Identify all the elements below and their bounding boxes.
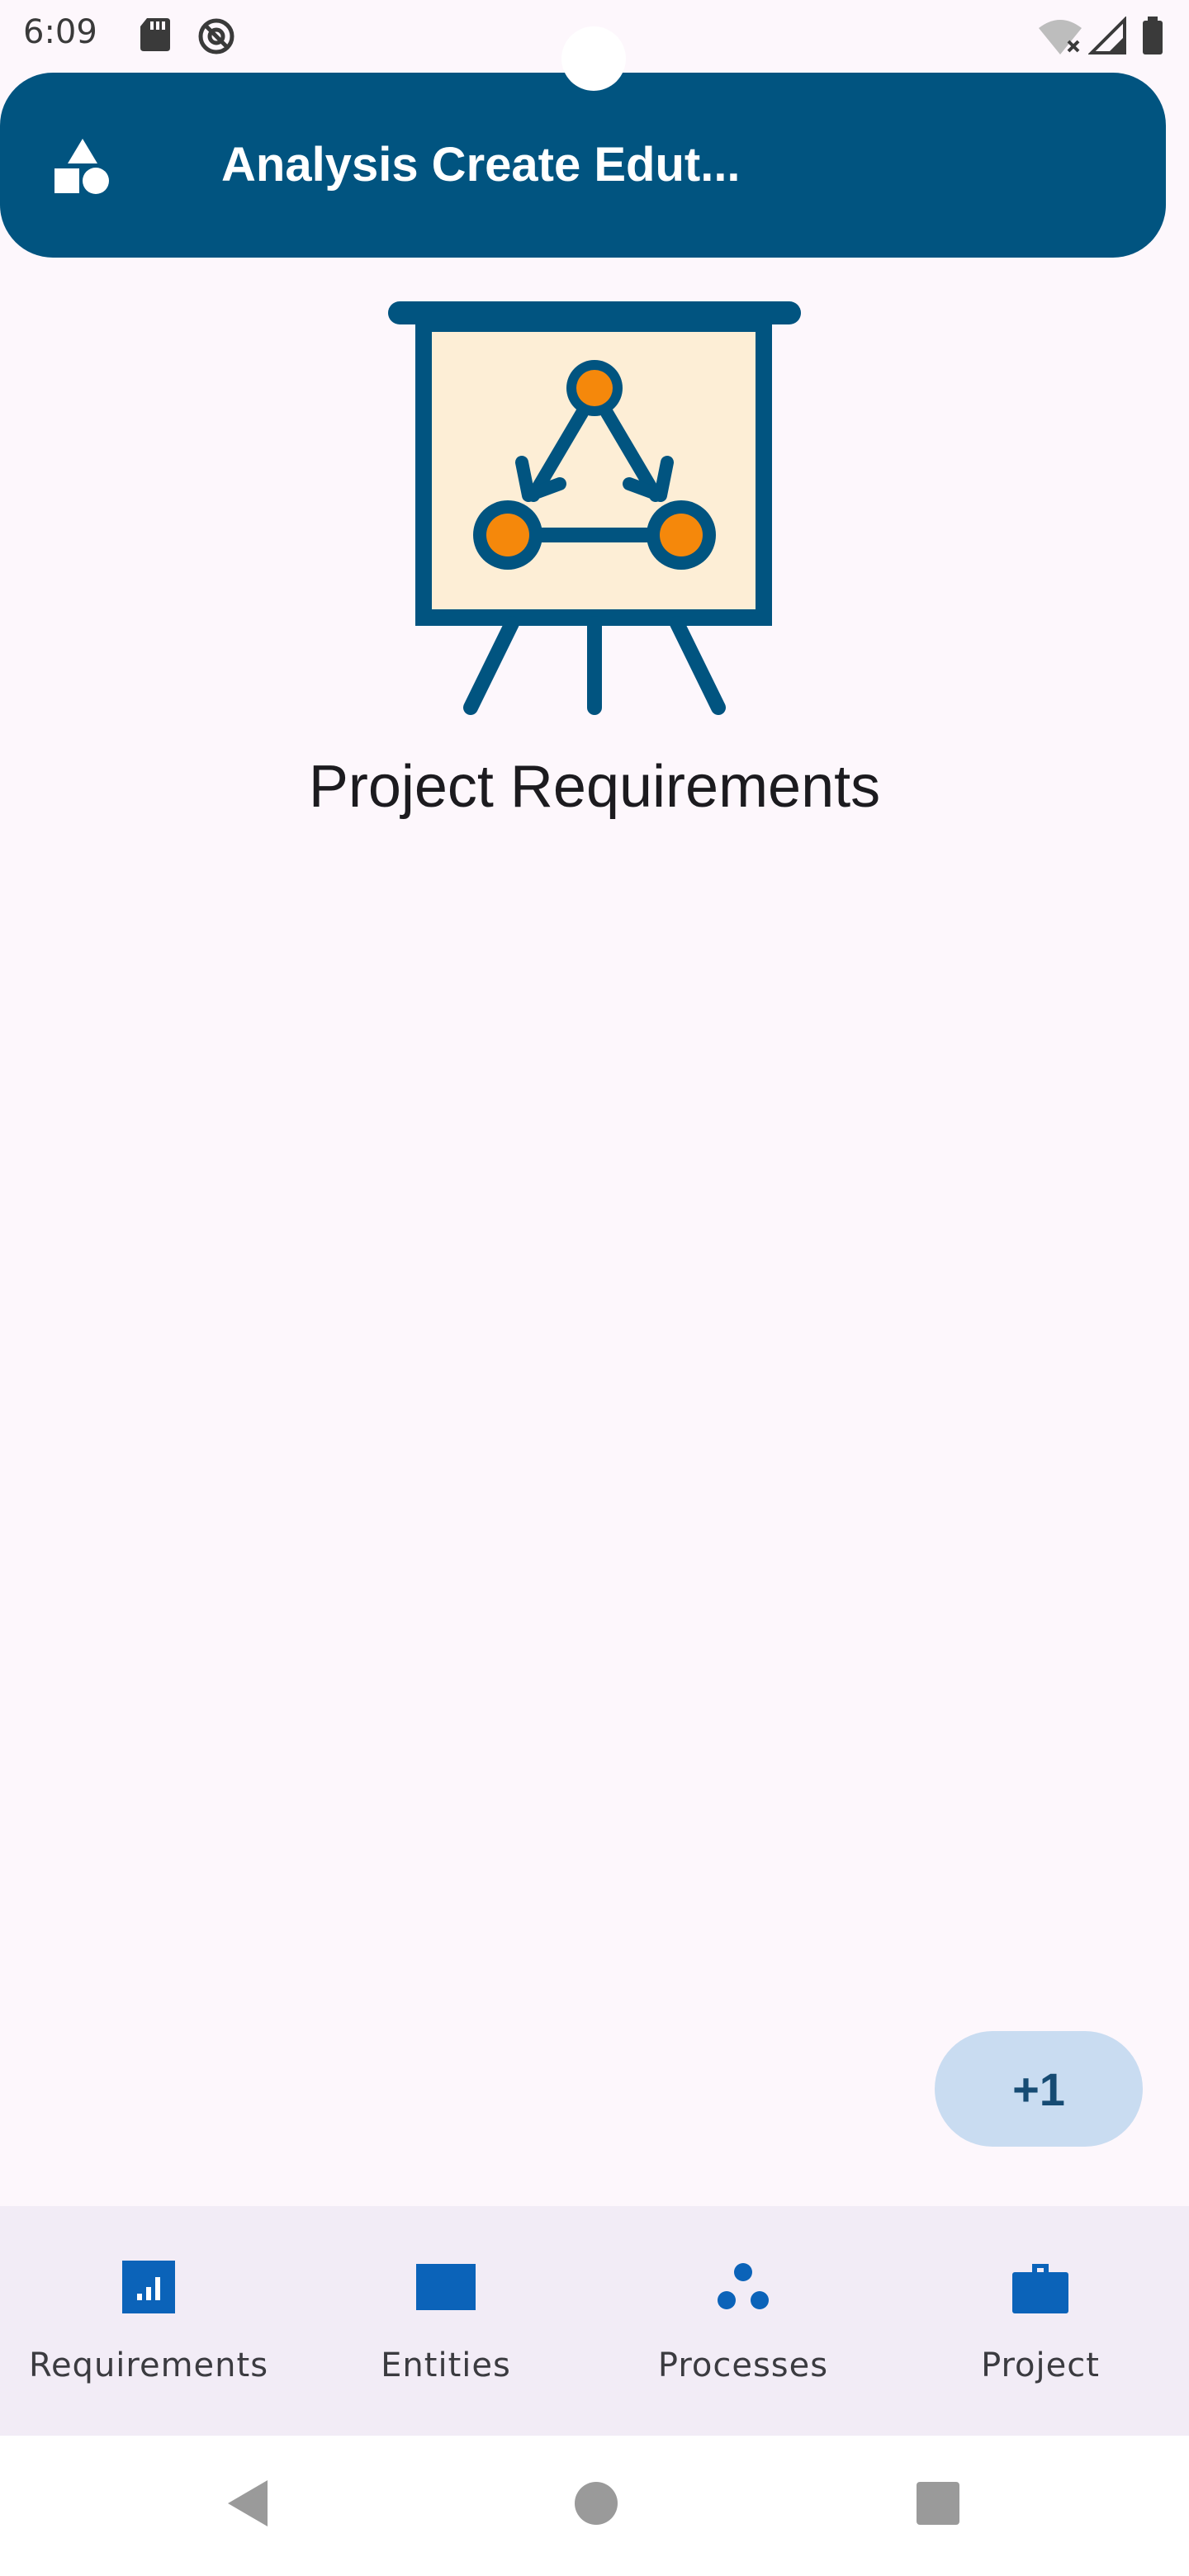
camera-cutout [561,26,626,91]
briefcase-icon [1011,2257,1070,2317]
page-heading: Project Requirements [308,754,881,820]
presentation-board-icon [380,297,809,718]
back-icon[interactable] [225,2477,271,2534]
battery-icon [1141,17,1164,60]
nav-label-requirements: Requirements [28,2346,269,2384]
bar-chart-icon [119,2257,178,2317]
home-icon[interactable] [573,2477,619,2534]
app-title: Analysis Create Edut... [221,138,741,192]
sd-card-icon [139,17,172,57]
nav-label-project: Project [981,2346,1100,2384]
nav-item-entities[interactable]: Entities [297,2206,594,2436]
system-navigation-bar [0,2436,1189,2576]
do-not-disturb-icon [197,17,236,60]
top-app-bar: Analysis Create Edut... [0,73,1166,258]
nav-item-project[interactable]: Project [892,2206,1189,2436]
increment-fab[interactable]: +1 [935,2031,1143,2147]
status-time: 6:09 [23,13,97,51]
nav-item-processes[interactable]: Processes [594,2206,892,2436]
signal-icon [1087,16,1128,60]
nav-item-requirements[interactable]: Requirements [0,2206,297,2436]
bottom-navigation: Requirements Entities Processes Project [0,2206,1189,2436]
circles-icon [713,2257,773,2317]
nav-label-processes: Processes [657,2346,829,2384]
recents-icon[interactable] [915,2477,961,2534]
wifi-off-icon [1037,17,1083,60]
nav-label-entities: Entities [381,2346,511,2384]
shapes-icon[interactable] [51,135,114,198]
rectangle-icon [416,2257,476,2317]
